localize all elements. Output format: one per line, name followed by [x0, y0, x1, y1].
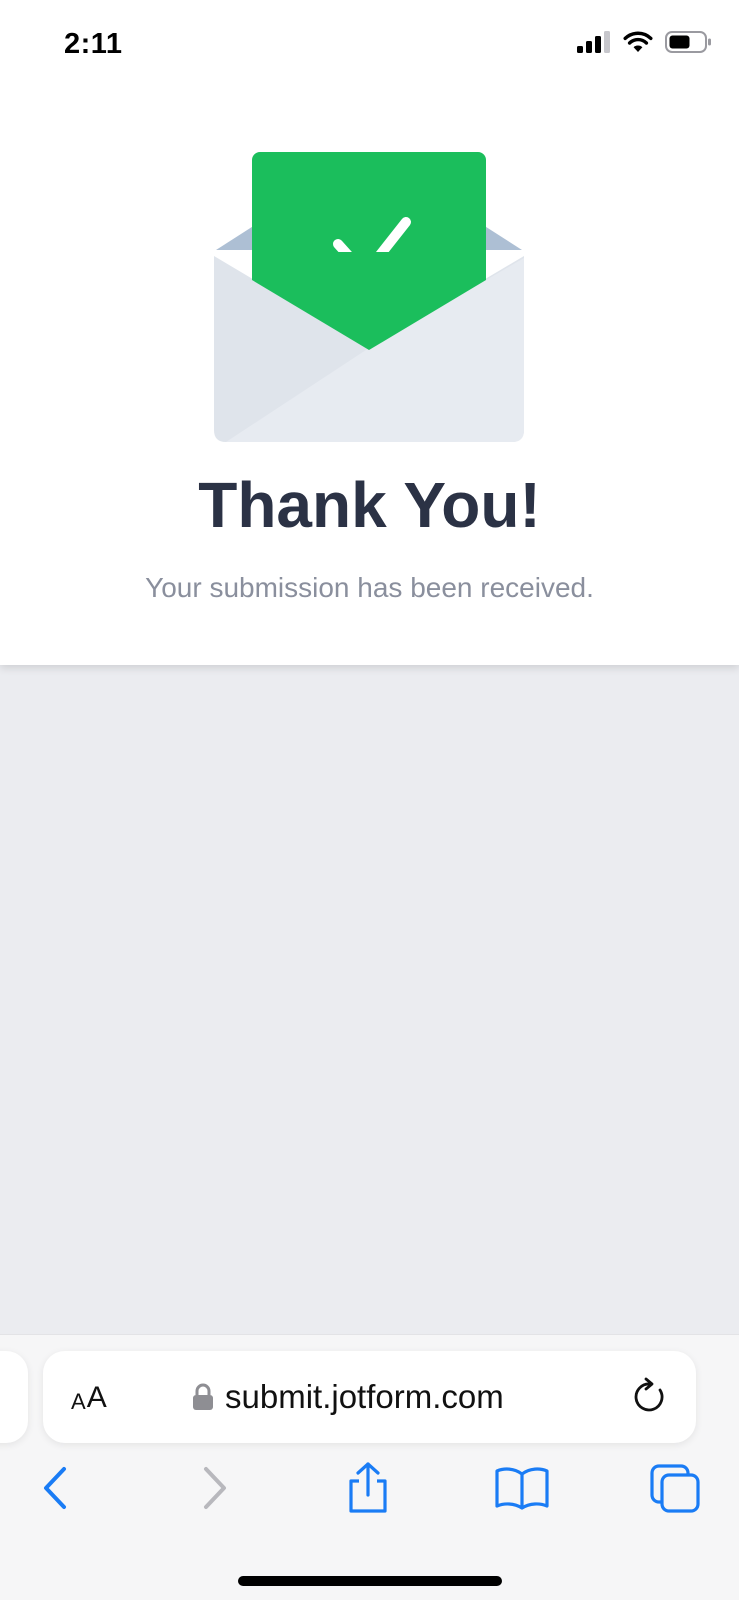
status-icons — [577, 30, 713, 54]
url-text: submit.jotform.com — [225, 1378, 504, 1415]
screen: 2:11 Thank You! Your submission has been… — [0, 0, 739, 1600]
bookmarks-button[interactable] — [487, 1453, 557, 1523]
browser-bottom-bar: A A submit.jotform.com — [0, 1334, 739, 1600]
text-size-button[interactable]: A A — [71, 1379, 107, 1415]
status-bar: 2:11 — [0, 0, 739, 90]
envelope-check-icon — [214, 152, 524, 442]
status-time: 2:11 — [64, 28, 123, 60]
home-indicator[interactable] — [238, 1576, 502, 1586]
browser-toolbar — [0, 1453, 739, 1527]
wifi-icon — [623, 31, 653, 52]
forward-chevron-icon — [204, 1467, 226, 1509]
tabs-button[interactable] — [640, 1453, 710, 1523]
thank-you-title: Thank You! — [198, 469, 541, 541]
url-field[interactable]: submit.jotform.com — [193, 1375, 504, 1419]
reload-icon[interactable] — [630, 1377, 670, 1417]
tabs-icon — [650, 1464, 700, 1513]
cellular-signal-icon — [577, 31, 610, 53]
submission-message: Your submission has been received. — [145, 572, 594, 603]
address-bar[interactable]: A A submit.jotform.com — [43, 1351, 696, 1443]
forward-button[interactable] — [180, 1453, 250, 1523]
battery-icon — [665, 31, 711, 53]
back-button[interactable] — [20, 1453, 90, 1523]
share-button[interactable] — [333, 1453, 403, 1523]
bookmarks-icon — [495, 1467, 549, 1510]
previous-tab-preview[interactable] — [0, 1351, 28, 1443]
back-chevron-icon — [44, 1467, 66, 1509]
lock-icon — [193, 1383, 213, 1410]
share-icon — [349, 1462, 387, 1513]
text-size-large-label: A — [86, 1381, 107, 1414]
thank-you-card: Thank You! Your submission has been rece… — [0, 90, 739, 665]
text-size-small-label: A — [71, 1389, 86, 1414]
